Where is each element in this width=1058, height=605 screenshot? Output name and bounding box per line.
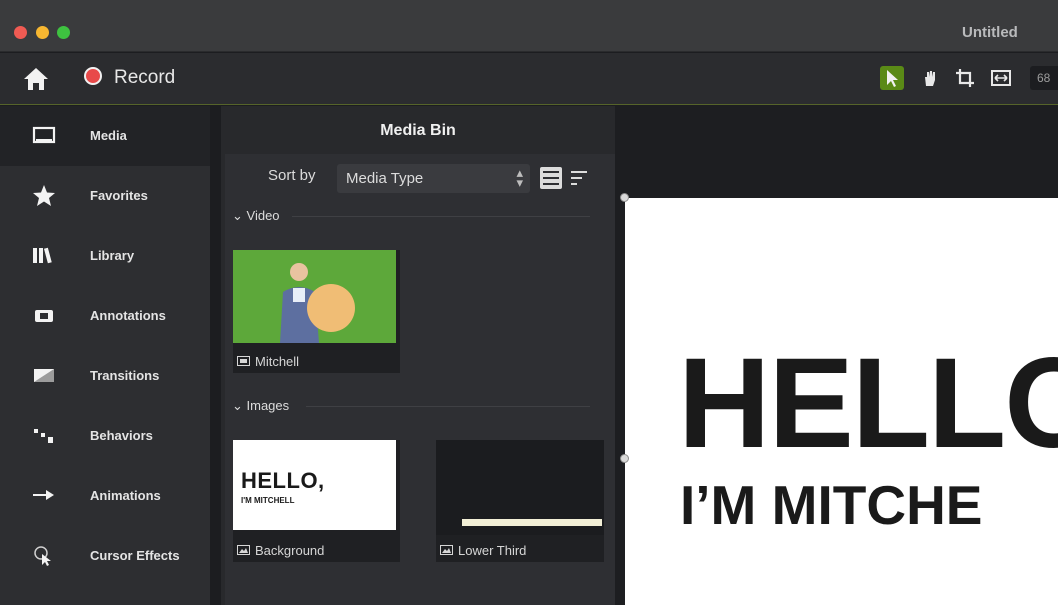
- image-icon: [237, 545, 250, 555]
- select-arrows-icon: ▴ ▾: [516, 165, 523, 190]
- minimize-window-button[interactable]: [36, 26, 49, 39]
- lower-third-bar: [462, 519, 602, 526]
- presenter-figure: [233, 250, 396, 343]
- media-item-label: Background: [255, 543, 325, 558]
- animations-icon: [33, 490, 54, 500]
- arrow-cursor-icon: [887, 70, 898, 87]
- sidebar-item-library[interactable]: Library: [0, 226, 210, 286]
- video-section-header[interactable]: ⌄ Video: [232, 208, 280, 224]
- canvas-subheadline: I’M MITCHE: [680, 474, 983, 536]
- media-item-label: Lower Third: [458, 543, 527, 558]
- transitions-icon: [34, 369, 54, 382]
- close-window-button[interactable]: [14, 26, 27, 39]
- thumbnail-title: HELLO,: [241, 468, 325, 493]
- sidebar-item-media[interactable]: Media: [0, 106, 210, 166]
- images-section-label: Images: [246, 398, 290, 413]
- annotations-icon: [35, 310, 53, 322]
- media-item-mitchell[interactable]: Mitchell: [233, 250, 400, 373]
- background-thumbnail: HELLO, I'M MITCHELL: [233, 440, 396, 530]
- sidebar-item-behaviors[interactable]: Behaviors: [0, 406, 210, 466]
- sidebar-item-label: Library: [90, 248, 135, 263]
- select-tool-button[interactable]: [880, 66, 904, 90]
- sidebar-item-label: Cursor Effects: [90, 548, 180, 563]
- cursor-effects-icon: [34, 546, 51, 566]
- sort-order-icon: [571, 171, 587, 185]
- collapse-icon: ⌄: [232, 208, 247, 223]
- sidebar-item-animations[interactable]: Animations: [0, 466, 210, 526]
- section-divider: [292, 216, 590, 217]
- sidebar-item-label: Animations: [90, 488, 161, 503]
- zoom-window-button[interactable]: [57, 26, 70, 39]
- resize-handle[interactable]: [620, 454, 629, 463]
- list-view-icon: [543, 171, 559, 185]
- collapse-icon: ⌄: [232, 398, 247, 413]
- hand-icon: [925, 71, 935, 86]
- title-bar: Untitled: [0, 0, 1058, 52]
- media-item-background[interactable]: HELLO, I'M MITCHELL Background: [233, 440, 400, 562]
- home-icon[interactable]: [22, 66, 50, 92]
- video-clip-icon: [237, 356, 250, 366]
- sidebar-item-favorites[interactable]: Favorites: [0, 166, 210, 226]
- behaviors-icon: [34, 429, 53, 443]
- fit-tool-button[interactable]: [989, 66, 1013, 90]
- canvas-headline: HELLO: [678, 332, 1058, 475]
- fit-frame-icon: [991, 70, 1011, 86]
- crop-tool-button[interactable]: [953, 66, 977, 90]
- sidebar-item-cursor-effects[interactable]: Cursor Effects: [0, 526, 210, 586]
- sidebar: Media Favorites Library Annotations Tran…: [0, 106, 210, 605]
- window-title: Untitled: [962, 24, 1018, 41]
- sort-by-select[interactable]: Media Type ▴ ▾: [337, 164, 530, 193]
- sidebar-item-label: Transitions: [90, 368, 160, 383]
- main-toolbar: Record 68: [0, 53, 1058, 105]
- record-icon[interactable]: [84, 67, 102, 85]
- record-button[interactable]: Record: [114, 67, 175, 89]
- sidebar-item-label: Behaviors: [90, 428, 153, 443]
- library-icon: [33, 247, 52, 264]
- media-bin-title: Media Bin: [380, 122, 456, 139]
- mitchell-thumbnail: [233, 250, 396, 343]
- star-icon: [33, 185, 55, 206]
- section-divider: [306, 406, 590, 407]
- sort-order-button[interactable]: [568, 167, 590, 189]
- media-icon: [32, 126, 56, 144]
- resize-handle[interactable]: [620, 193, 629, 202]
- images-section-header[interactable]: ⌄ Images: [232, 398, 289, 414]
- sort-by-label: Sort by: [268, 167, 316, 184]
- zoom-level-field[interactable]: 68: [1030, 66, 1058, 90]
- sidebar-item-transitions[interactable]: Transitions: [0, 346, 210, 406]
- pan-tool-button[interactable]: [918, 66, 942, 90]
- media-item-label: Mitchell: [255, 354, 300, 369]
- image-icon: [440, 545, 453, 555]
- media-item-lower-third[interactable]: Lower Third: [436, 440, 604, 562]
- crop-icon: [956, 69, 974, 87]
- sort-by-value: Media Type: [346, 170, 424, 187]
- video-section-label: Video: [246, 208, 280, 223]
- sidebar-item-annotations[interactable]: Annotations: [0, 286, 210, 346]
- lower-third-thumbnail: [436, 440, 604, 535]
- sidebar-item-label: Media: [90, 128, 127, 143]
- thumbnail-subtitle: I'M MITCHELL: [241, 496, 295, 505]
- sidebar-item-label: Favorites: [90, 188, 148, 203]
- sidebar-item-label: Annotations: [90, 308, 166, 323]
- list-view-button[interactable]: [540, 167, 562, 189]
